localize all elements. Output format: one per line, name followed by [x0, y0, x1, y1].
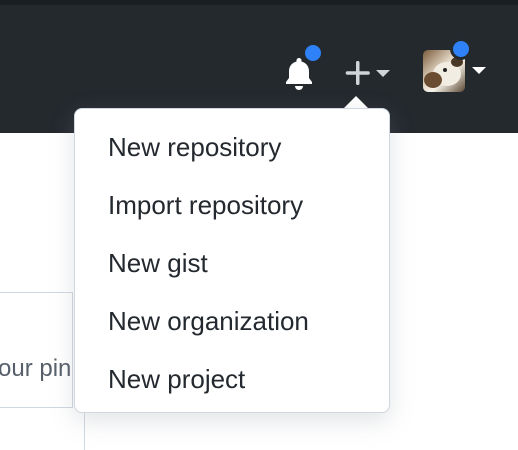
unread-notification-indicator: [302, 42, 324, 64]
pinned-hint-text: our pin: [0, 355, 72, 382]
menu-item-new-organization[interactable]: New organization: [76, 294, 388, 348]
user-menu-button[interactable]: [423, 38, 493, 94]
create-new-button[interactable]: [343, 58, 393, 88]
user-status-indicator: [450, 38, 472, 60]
menu-item-import-repository[interactable]: Import repository: [76, 178, 388, 232]
menu-item-new-project[interactable]: New project: [76, 352, 388, 406]
divider: [84, 412, 85, 450]
dropdown-caret: [344, 96, 368, 108]
pinned-repositories-box: [0, 292, 73, 408]
menu-item-new-gist[interactable]: New gist: [76, 236, 388, 290]
create-new-dropdown: New repository Import repository New gis…: [74, 108, 390, 413]
page: our pin New repository Import repository…: [0, 0, 518, 450]
menu-item-new-repository[interactable]: New repository: [76, 120, 388, 174]
caret-down-icon: [376, 70, 390, 77]
header-top-edge: [0, 0, 518, 5]
notifications-button[interactable]: [283, 42, 324, 92]
caret-down-icon: [472, 67, 486, 74]
plus-icon: [345, 61, 390, 85]
